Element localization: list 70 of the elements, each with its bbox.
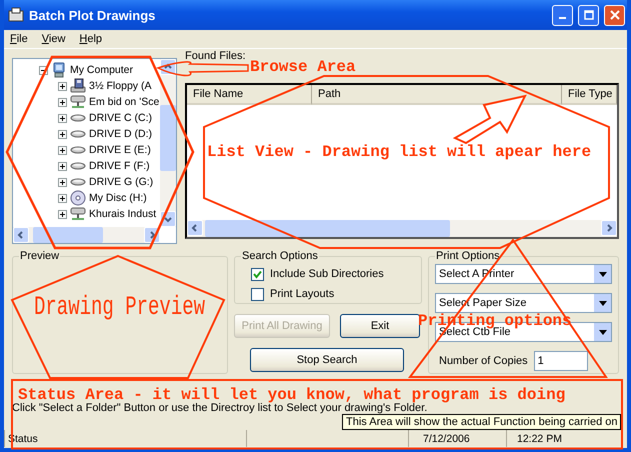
scroll-right-icon [605, 224, 613, 232]
horizontal-scrollbar[interactable] [187, 220, 617, 237]
network-drive-icon [70, 206, 86, 222]
close-button[interactable] [604, 4, 625, 26]
maximize-icon [584, 10, 594, 20]
status-message: Click "Select a Folder" Button or use the Directroy list to Select your drawing's Folder. [12, 402, 428, 414]
checkmark-icon [253, 270, 262, 278]
disc-icon [70, 190, 86, 206]
tree-item[interactable]: My Computer [70, 64, 134, 76]
group-title: Print Options [435, 250, 501, 262]
tooltip: This Area will show the actual Function being carried on [342, 414, 622, 430]
expand-icon[interactable] [58, 194, 67, 202]
menu-item[interactable]: File [10, 33, 28, 45]
action-button[interactable]: Stop Search [250, 348, 404, 372]
annotation-label: List View - Drawing list will apear here [207, 143, 592, 161]
tree-item[interactable]: My Disc (H:) [89, 192, 147, 204]
floppy-drive-icon [70, 78, 86, 94]
tree-item[interactable]: DRIVE E (E:) [89, 144, 151, 156]
tree-item[interactable]: Khurais Indust [89, 208, 156, 220]
expand-icon[interactable] [58, 114, 67, 122]
menu-item[interactable]: Help [79, 33, 102, 45]
scroll-left-icon [191, 224, 199, 232]
expand-icon[interactable] [58, 162, 67, 170]
found-files-label: Found Files: [185, 50, 246, 62]
column-header[interactable]: File Type [562, 85, 617, 105]
tree-item[interactable]: DRIVE F (F:) [89, 160, 150, 172]
vertical-scrollbar[interactable] [160, 59, 176, 227]
tree-item[interactable]: DRIVE C (C:) [89, 112, 152, 124]
app-icon [8, 7, 24, 23]
close-icon [610, 10, 620, 20]
maximize-button[interactable] [578, 4, 599, 26]
expand-icon[interactable] [58, 130, 67, 138]
scroll-right-icon [148, 231, 156, 239]
minimize-icon [559, 17, 566, 19]
expand-icon[interactable] [58, 210, 67, 218]
tree-item[interactable]: DRIVE G (G:) [89, 176, 154, 188]
column-header[interactable]: Path [312, 85, 562, 105]
copies-label: Number of Copies [439, 355, 528, 367]
minimize-button[interactable] [552, 4, 573, 26]
action-button[interactable]: Exit [340, 314, 420, 338]
annotation-label: Browse Area [250, 58, 356, 76]
scroll-left-icon [17, 231, 25, 239]
scroll-up-icon [164, 63, 172, 71]
tree-item[interactable]: Em bid on 'Sce [89, 96, 160, 108]
column-header[interactable]: File Name [187, 85, 312, 105]
window-title: Batch Plot Drawings [29, 8, 156, 22]
checkbox[interactable] [251, 268, 264, 280]
annotation-label: Drawing Preview [34, 292, 206, 322]
expand-icon[interactable] [58, 82, 67, 90]
checkbox[interactable] [251, 288, 264, 300]
expand-icon[interactable] [58, 98, 67, 106]
expand-icon[interactable] [58, 178, 67, 186]
menu-item[interactable]: View [42, 33, 66, 45]
tree-item[interactable]: DRIVE D (D:) [89, 128, 152, 140]
dropdown-arrow-icon [598, 300, 606, 306]
copies-field[interactable]: 1 [534, 351, 588, 371]
group-title: Preview [19, 250, 60, 262]
group-title: Search Options [241, 250, 319, 262]
network-drive-icon [70, 94, 86, 110]
expand-icon[interactable] [58, 146, 67, 154]
dropdown-arrow-icon [598, 330, 606, 334]
annotation-label: Status Area - it will let you know, what program is doing [18, 386, 566, 404]
scroll-down-icon [164, 215, 172, 223]
tree-item[interactable]: 3½ Floppy (A [89, 80, 152, 92]
checkbox-label: Include Sub Directories [270, 268, 384, 280]
horizontal-scrollbar[interactable] [13, 227, 160, 243]
checkbox-label: Print Layouts [270, 288, 334, 300]
folder-tree[interactable]: My Computer 3½ Floppy (A Em bid on 'Sce DRIVE C (C:) DRIVE D (D:) DRIVE E (E:) DRIVE F (F:) DRIVE G (G:) My Disc (H:) Khurais Indust [12, 58, 177, 244]
dropdown-arrow-icon [598, 272, 606, 276]
computer-icon [51, 62, 67, 78]
